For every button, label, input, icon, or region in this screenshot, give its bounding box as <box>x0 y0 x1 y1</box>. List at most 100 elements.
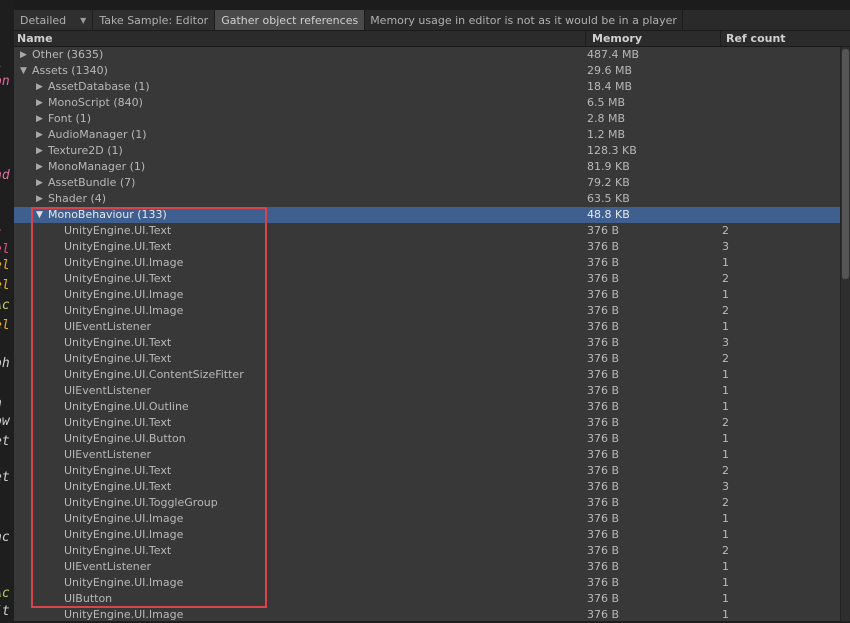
row-memory: 376 B <box>587 240 620 253</box>
row-memory: 79.2 KB <box>587 176 630 189</box>
tree-leaf-row[interactable]: UIEventListener 376 B 1 <box>14 559 840 575</box>
collapsed-arrow-icon[interactable]: ▶ <box>36 159 43 175</box>
row-name: UnityEngine.UI.Image <box>64 304 184 317</box>
row-memory: 376 B <box>587 416 620 429</box>
row-ref-count: 1 <box>722 288 729 301</box>
tree-group-row[interactable]: ▶ Texture2D (1) 128.3 KB <box>14 143 840 159</box>
column-divider[interactable] <box>585 31 586 46</box>
tree-leaf-row[interactable]: UnityEngine.UI.ToggleGroup 376 B 2 <box>14 495 840 511</box>
gather-references-toggle[interactable]: Gather object references <box>215 10 366 30</box>
column-header-name[interactable]: Name <box>17 32 53 45</box>
row-name: UnityEngine.UI.Text <box>64 544 172 557</box>
tree-group-row[interactable]: ▼ Assets (1340) 29.6 MB <box>14 63 840 79</box>
row-ref-count: 1 <box>722 592 729 605</box>
row-name: UnityEngine.UI.Text <box>64 224 172 237</box>
row-name: UnityEngine.UI.Image <box>64 288 184 301</box>
background-code-fragment: n <box>0 396 2 411</box>
tree-leaf-row[interactable]: UnityEngine.UI.Image 376 B 1 <box>14 255 840 271</box>
background-code-fragment: el <box>0 258 10 273</box>
collapsed-arrow-icon[interactable]: ▶ <box>36 79 43 95</box>
tree-leaf-row[interactable]: UnityEngine.UI.ContentSizeFitter 376 B 1 <box>14 367 840 383</box>
tree-leaf-row[interactable]: UnityEngine.UI.Text 376 B 2 <box>14 351 840 367</box>
tree-group-row[interactable]: ▶ MonoManager (1) 81.9 KB <box>14 159 840 175</box>
row-ref-count: 1 <box>722 368 729 381</box>
tree-group-row[interactable]: ▶ AssetBundle (7) 79.2 KB <box>14 175 840 191</box>
tree-group-row[interactable]: ▶ MonoScript (840) 6.5 MB <box>14 95 840 111</box>
chevron-down-icon: ▼ <box>80 15 87 25</box>
row-name: UnityEngine.UI.Text <box>64 416 172 429</box>
column-header-memory[interactable]: Memory <box>592 32 642 45</box>
row-name: Shader (4) <box>48 192 107 205</box>
tree-group-row[interactable]: ▶ Font (1) 2.8 MB <box>14 111 840 127</box>
column-divider[interactable] <box>720 31 721 46</box>
row-name: UnityEngine.UI.Image <box>64 256 184 269</box>
tree-leaf-row[interactable]: UnityEngine.UI.Text 376 B 3 <box>14 239 840 255</box>
tree-leaf-row[interactable]: UnityEngine.UI.Image 376 B 2 <box>14 303 840 319</box>
row-memory: 376 B <box>587 400 620 413</box>
background-code-fragment: ow <box>0 414 10 429</box>
background-code-fragment: el <box>0 242 10 257</box>
tree-leaf-row[interactable]: UIEventListener 376 B 1 <box>14 383 840 399</box>
collapsed-arrow-icon[interactable]: ▶ <box>36 127 43 143</box>
row-name: Font (1) <box>48 112 92 125</box>
tree-leaf-row[interactable]: UnityEngine.UI.Text 376 B 3 <box>14 335 840 351</box>
row-name: UnityEngine.UI.ToggleGroup <box>64 496 218 509</box>
collapsed-arrow-icon[interactable]: ▶ <box>36 191 43 207</box>
row-memory: 48.8 KB <box>587 208 630 221</box>
detailed-dropdown[interactable]: Detailed ▼ <box>14 10 94 30</box>
tree-leaf-row[interactable]: UIButton 376 B 1 <box>14 591 840 607</box>
take-sample-button[interactable]: Take Sample: Editor <box>93 10 216 30</box>
tree-group-row[interactable]: ▶ Other (3635) 487.4 MB <box>14 47 840 63</box>
row-ref-count: 2 <box>722 224 729 237</box>
tree-leaf-row[interactable]: UnityEngine.UI.Image 376 B 1 <box>14 287 840 303</box>
tree-leaf-row[interactable]: UnityEngine.UI.Text 376 B 3 <box>14 479 840 495</box>
row-memory: 128.3 KB <box>587 144 637 157</box>
tree-leaf-row[interactable]: UIEventListener 376 B 1 <box>14 319 840 335</box>
tree-leaf-row[interactable]: UnityEngine.UI.Text 376 B 2 <box>14 271 840 287</box>
row-ref-count: 1 <box>722 576 729 589</box>
row-name: UnityEngine.UI.Image <box>64 512 184 525</box>
row-name: UIEventListener <box>64 320 152 333</box>
expanded-arrow-icon[interactable]: ▼ <box>20 63 27 79</box>
tree-leaf-row[interactable]: UnityEngine.UI.Text 376 B 2 <box>14 415 840 431</box>
tree-leaf-row[interactable]: UnityEngine.UI.Outline 376 B 1 <box>14 399 840 415</box>
row-ref-count: 2 <box>722 464 729 477</box>
column-header-ref-count[interactable]: Ref count <box>726 32 786 45</box>
top-strip <box>14 0 850 10</box>
tree-group-row[interactable]: ▶ AssetDatabase (1) 18.4 MB <box>14 79 840 95</box>
tree-leaf-row[interactable]: UnityEngine.UI.Image 376 B 1 <box>14 527 840 543</box>
tree-leaf-row[interactable]: UnityEngine.UI.Image 376 B 1 <box>14 575 840 591</box>
tree-leaf-row[interactable]: UnityEngine.UI.Text 376 B 2 <box>14 543 840 559</box>
background-code-fragment: Ac <box>0 298 10 313</box>
row-memory: 63.5 KB <box>587 192 630 205</box>
row-name: AudioManager (1) <box>48 128 147 141</box>
tree-group-row[interactable]: ▶ Shader (4) 63.5 KB <box>14 191 840 207</box>
tree-group-row[interactable]: ▼ MonoBehaviour (133) 48.8 KB <box>14 207 840 223</box>
row-name: UIButton <box>64 592 113 605</box>
row-name: UnityEngine.UI.Button <box>64 432 186 445</box>
expanded-arrow-icon[interactable]: ▼ <box>36 207 43 223</box>
tree-leaf-row[interactable]: UnityEngine.UI.Image 376 B 1 <box>14 511 840 527</box>
collapsed-arrow-icon[interactable]: ▶ <box>36 95 43 111</box>
background-code-editor: ionndtelelelAcelohnowetetncAc(t <box>0 0 14 621</box>
vertical-scrollbar[interactable] <box>840 47 850 621</box>
row-memory: 376 B <box>587 368 620 381</box>
tree-leaf-row[interactable]: UnityEngine.UI.Text 376 B 2 <box>14 463 840 479</box>
collapsed-arrow-icon[interactable]: ▶ <box>36 111 43 127</box>
collapsed-arrow-icon[interactable]: ▶ <box>36 143 43 159</box>
row-ref-count: 1 <box>722 400 729 413</box>
collapsed-arrow-icon[interactable]: ▶ <box>20 47 27 63</box>
collapsed-arrow-icon[interactable]: ▶ <box>36 175 43 191</box>
memory-tree: ▶ Other (3635) 487.4 MB ▼ Assets (1340) 29.6 … <box>14 47 840 623</box>
row-memory: 376 B <box>587 448 620 461</box>
memory-profiler-panel: Detailed ▼ Take Sample: Editor Gather ob… <box>14 0 850 621</box>
scrollbar-thumb[interactable] <box>842 49 849 279</box>
row-ref-count: 1 <box>722 256 729 269</box>
row-memory: 487.4 MB <box>587 48 640 61</box>
tree-group-row[interactable]: ▶ AudioManager (1) 1.2 MB <box>14 127 840 143</box>
row-ref-count: 1 <box>722 384 729 397</box>
tree-leaf-row[interactable]: UnityEngine.UI.Text 376 B 2 <box>14 223 840 239</box>
tree-leaf-row[interactable]: UIEventListener 376 B 1 <box>14 447 840 463</box>
tree-leaf-row[interactable]: UnityEngine.UI.Button 376 B 1 <box>14 431 840 447</box>
row-ref-count: 1 <box>722 528 729 541</box>
